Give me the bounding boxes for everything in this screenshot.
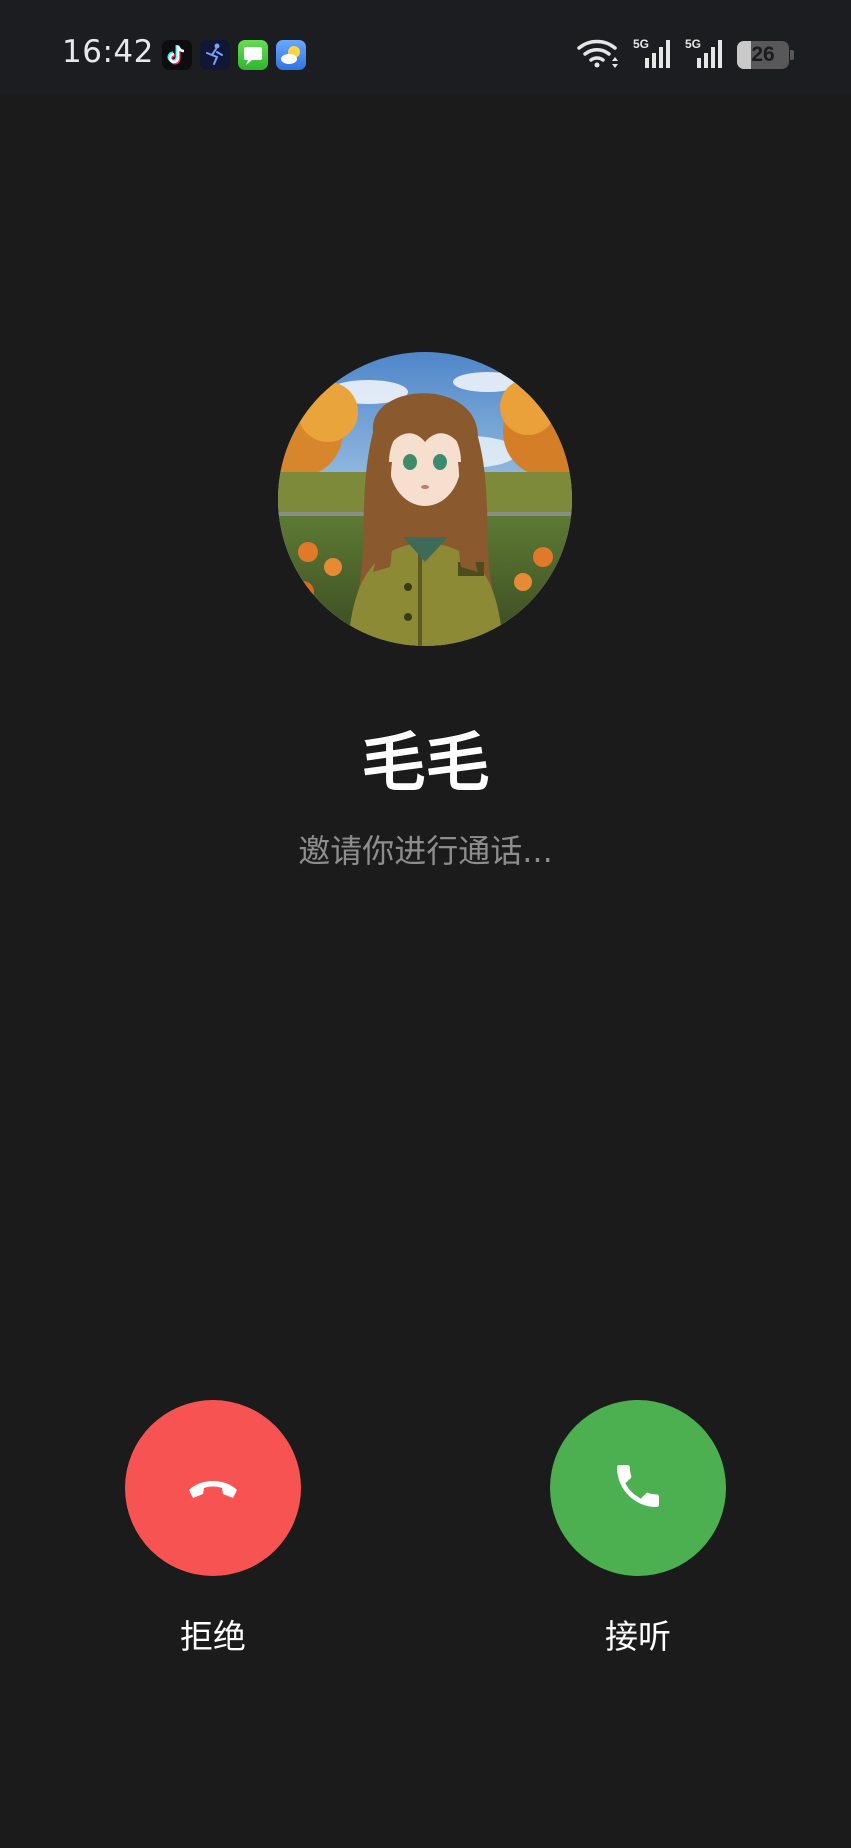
call-status-text: 邀请你进行通话... <box>298 832 553 870</box>
status-time: 16:42 <box>62 34 154 70</box>
accept-label: 接听 <box>605 1617 671 1656</box>
battery-level: 26 <box>751 43 775 66</box>
hang-up-icon <box>181 1454 245 1522</box>
weather-icon <box>276 40 306 70</box>
svg-text:5G: 5G <box>633 37 649 51</box>
phone-icon <box>610 1458 666 1518</box>
signal-5g-icon-2: 5G <box>685 36 725 74</box>
signal-5g-icon-1: 5G <box>633 36 673 74</box>
tiktok-icon <box>162 40 192 70</box>
fitness-icon <box>200 40 230 70</box>
svg-text:5G: 5G <box>685 37 701 51</box>
decline-button[interactable] <box>125 1400 301 1576</box>
accept-button[interactable] <box>550 1400 726 1576</box>
accept-action: 接听 <box>550 1400 726 1658</box>
messages-icon <box>238 40 268 70</box>
decline-action: 拒绝 <box>125 1400 301 1658</box>
system-indicators: 5G 5G 26 <box>577 36 794 74</box>
battery-icon: 26 <box>737 41 794 69</box>
caller-name: 毛毛 <box>361 727 490 801</box>
decline-label: 拒绝 <box>180 1617 246 1656</box>
incoming-call-screen: 16:42 5G 5G 26 毛毛 邀请你进行通话... 拒绝 接听 <box>0 0 851 1848</box>
status-bar: 16:42 5G 5G 26 <box>0 0 851 94</box>
caller-avatar <box>278 352 572 646</box>
wifi-icon <box>577 37 621 73</box>
notification-icons <box>162 40 306 70</box>
